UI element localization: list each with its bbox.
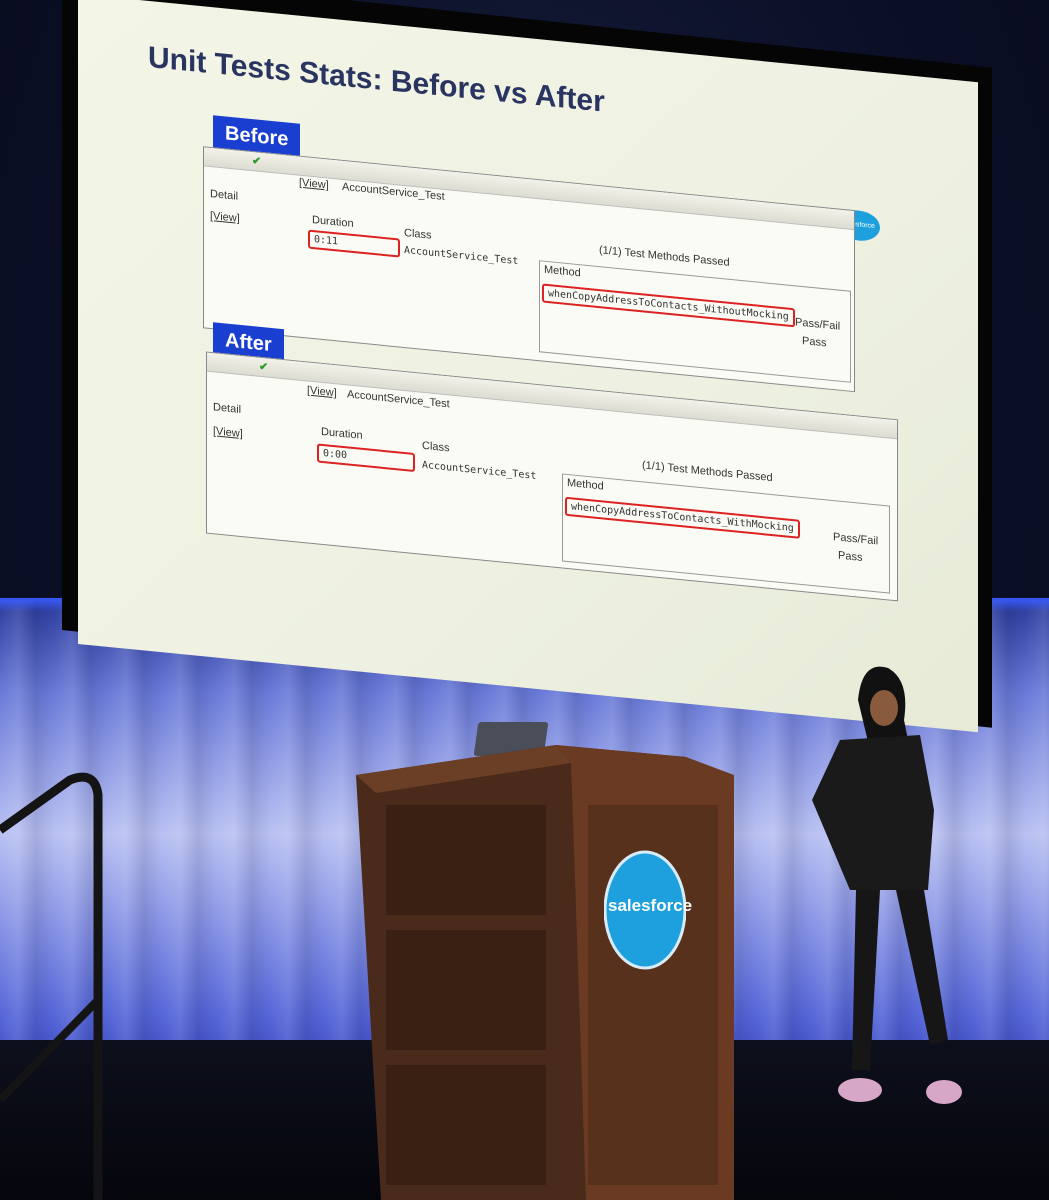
before-class-value: AccountService_Test xyxy=(404,244,519,268)
after-method-value: whenCopyAddressToContacts_WithMocking xyxy=(565,496,800,539)
after-detail-header: Detail xyxy=(213,401,242,416)
before-passfail-value: Pass xyxy=(802,334,827,350)
before-passfail-header: Pass/Fail xyxy=(795,316,841,333)
after-class-header: Class xyxy=(422,439,450,455)
after-method-header: Method xyxy=(567,476,604,493)
before-duration-header: Duration xyxy=(312,213,354,231)
before-summary: (1/1) Test Methods Passed xyxy=(599,244,730,269)
wooden-podium xyxy=(356,745,734,1200)
after-detail-link[interactable]: [View] xyxy=(213,425,243,440)
before-results-panel: ✔ [View] AccountService_Test Detail [Vie… xyxy=(203,146,855,393)
after-duration-header: Duration xyxy=(321,425,363,442)
before-detail-link[interactable]: [View] xyxy=(210,210,240,225)
podium-logo-text: salesforce xyxy=(608,896,693,915)
after-method-table: Method whenCopyAddressToContacts_WithMoc… xyxy=(562,473,890,594)
after-view-link[interactable]: [View] xyxy=(307,384,337,399)
before-detail-header: Detail xyxy=(210,187,239,203)
before-method-table: Method whenCopyAddressToContacts_Without… xyxy=(539,260,851,383)
before-class-header: Class xyxy=(404,226,432,242)
after-summary: (1/1) Test Methods Passed xyxy=(642,459,773,485)
before-check-icon: ✔ xyxy=(252,155,262,168)
after-results-panel: ✔ [View] AccountService_Test Detail [Vie… xyxy=(206,351,898,602)
after-passfail-value: Pass xyxy=(838,549,863,564)
slide-title: Unit Tests Stats: Before vs After xyxy=(148,40,605,119)
before-method-header: Method xyxy=(544,263,581,280)
after-duration-value: 0:00 xyxy=(317,443,415,473)
before-duration-value: 0:11 xyxy=(308,229,400,258)
after-class-value: AccountService_Test xyxy=(422,459,537,482)
after-passfail-header: Pass/Fail xyxy=(833,531,879,548)
after-check-icon: ✔ xyxy=(259,360,269,374)
projection-screen: Unit Tests Stats: Before vs After salesf… xyxy=(78,0,978,733)
presenter xyxy=(812,666,962,1104)
stair-railing xyxy=(0,772,103,1200)
before-view-link[interactable]: [View] xyxy=(299,177,329,192)
before-method-value: whenCopyAddressToContacts_WithoutMocking xyxy=(542,283,795,328)
